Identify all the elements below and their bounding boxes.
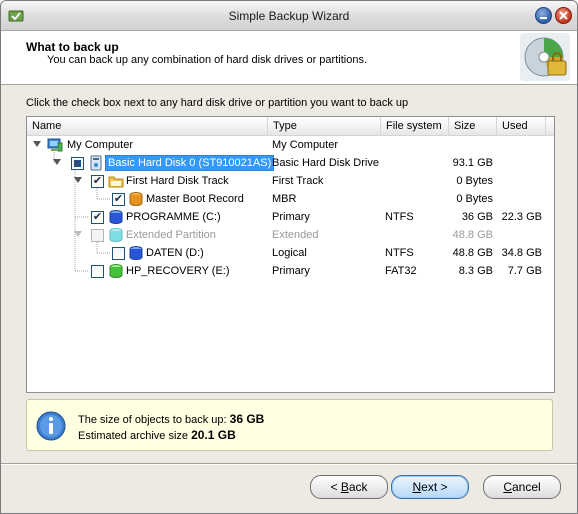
window-title: Simple Backup Wizard	[228, 9, 350, 23]
cancel-button-label: ancel	[511, 480, 541, 494]
row-name: PROGRAMME (C:)	[126, 211, 221, 223]
row-name: First Hard Disk Track	[126, 175, 229, 187]
row-used: 7.7 GB	[507, 265, 542, 277]
row-type: My Computer	[272, 139, 339, 151]
checkbox-daten-d[interactable]	[112, 247, 125, 260]
tree-row-hp-recovery-e[interactable]: HP_RECOVERY (E:) Primary FAT32 8.3 GB 7.…	[27, 262, 554, 280]
row-file-system: FAT32	[385, 265, 417, 277]
column-header-size[interactable]: Size	[449, 117, 497, 136]
close-icon	[559, 11, 568, 20]
back-button[interactable]: < Back	[310, 475, 388, 499]
back-button-hotkey: B	[340, 480, 349, 494]
column-header-file-system[interactable]: File system	[381, 117, 449, 136]
row-name: Basic Hard Disk 0 (ST910021AS)	[105, 154, 275, 172]
wizard-header: What to back up You can back up any comb…	[1, 31, 577, 85]
selected-row-label: Basic Hard Disk 0 (ST910021AS)	[105, 155, 275, 171]
minimize-icon	[540, 17, 547, 19]
column-header-used[interactable]: Used	[497, 117, 546, 136]
row-size: 0 Bytes	[456, 175, 493, 187]
checkbox-hp-recovery-e[interactable]	[91, 265, 104, 278]
row-name: My Computer	[67, 139, 134, 151]
row-type: Logical	[272, 247, 307, 259]
column-header-type[interactable]: Type	[268, 117, 381, 136]
tree-row-programme-c[interactable]: ✔ PROGRAMME (C:) Primary NTFS 36 GB 22.3…	[27, 208, 554, 226]
back-button-label: ack	[348, 480, 368, 494]
row-type: First Track	[272, 175, 324, 187]
minimize-button[interactable]	[535, 7, 552, 24]
archive-size-label: Estimated archive size	[78, 430, 189, 442]
title-bar[interactable]: Simple Backup Wizard	[1, 1, 577, 31]
row-type: Primary	[272, 265, 310, 277]
row-size: 48.8 GB	[452, 247, 493, 259]
instruction-text: Click the check box next to any hard dis…	[26, 97, 409, 109]
expand-arrow-icon[interactable]	[74, 231, 82, 237]
expand-arrow-icon[interactable]	[53, 159, 61, 165]
tree-row-basic-hard-disk[interactable]: Basic Hard Disk 0 (ST910021AS) Basic Har…	[27, 154, 554, 172]
tree-row-extended-partition[interactable]: Extended Partition Extended 48.8 GB	[27, 226, 554, 244]
wizard-window: Simple Backup Wizard What to back up You…	[0, 0, 578, 514]
row-size: 48.8 GB	[452, 229, 493, 241]
row-type: Primary	[272, 211, 310, 223]
checkbox-extended-partition	[91, 229, 104, 242]
info-icon	[36, 411, 66, 441]
backup-size-line: The size of objects to back up: 36 GB	[78, 412, 264, 426]
archive-size-line: Estimated archive size 20.1 GB	[78, 428, 236, 442]
tree-row-daten-d[interactable]: DATEN (D:) Logical NTFS 48.8 GB 34.8 GB	[27, 244, 554, 262]
checkbox-mbr[interactable]: ✔	[112, 193, 125, 206]
expand-arrow-icon[interactable]	[33, 141, 41, 147]
expand-arrow-icon[interactable]	[74, 177, 82, 183]
hard-disk-icon	[90, 155, 102, 171]
mbr-icon	[129, 192, 143, 206]
check-icon: ✔	[113, 193, 124, 205]
archive-size-value: 20.1 GB	[191, 428, 236, 442]
row-size: 0 Bytes	[456, 193, 493, 205]
partition-blue-icon	[129, 246, 143, 260]
row-file-system: NTFS	[385, 247, 414, 259]
size-info-box: The size of objects to back up: 36 GB Es…	[26, 399, 553, 451]
row-name: DATEN (D:)	[146, 247, 204, 259]
row-name: Master Boot Record	[146, 193, 244, 205]
checkbox-basic-hard-disk[interactable]	[71, 157, 84, 170]
cancel-button[interactable]: Cancel	[483, 475, 561, 499]
page-title: What to back up	[26, 40, 119, 54]
row-size: 8.3 GB	[458, 265, 493, 277]
computer-icon	[47, 138, 63, 152]
checkbox-first-track[interactable]: ✔	[91, 175, 104, 188]
row-type: Basic Hard Disk Drive	[272, 157, 379, 169]
row-name: Extended Partition	[126, 229, 216, 241]
row-used: 22.3 GB	[501, 211, 542, 223]
partition-green-icon	[109, 264, 123, 278]
partition-blue-icon	[109, 210, 123, 224]
back-button-arrow: <	[330, 480, 341, 494]
backup-size-label: The size of objects to back up:	[78, 414, 227, 426]
row-size: 93.1 GB	[452, 157, 493, 169]
row-type: MBR	[272, 193, 297, 205]
row-type: Extended	[272, 229, 319, 241]
row-name: HP_RECOVERY (E:)	[126, 265, 230, 277]
partial-check-indicator	[74, 160, 81, 167]
next-button-label: ext >	[421, 480, 448, 494]
close-button[interactable]	[555, 7, 572, 24]
page-subtitle: You can back up any combination of hard …	[47, 54, 367, 66]
row-size: 36 GB	[461, 211, 493, 223]
partition-extended-icon	[109, 228, 123, 242]
tree-row-mbr[interactable]: ✔ Master Boot Record MBR 0 Bytes	[27, 190, 554, 208]
next-button-hotkey: N	[412, 480, 422, 494]
row-file-system: NTFS	[385, 211, 414, 223]
checkbox-programme-c[interactable]: ✔	[91, 211, 104, 224]
folder-icon	[108, 176, 124, 188]
cancel-button-hotkey: C	[503, 480, 512, 494]
next-button[interactable]: Next >	[391, 475, 469, 499]
backup-disc-icon	[520, 33, 570, 81]
row-used: 34.8 GB	[501, 247, 542, 259]
check-icon: ✔	[92, 175, 103, 187]
tree-row-first-track[interactable]: ✔ First Hard Disk Track First Track 0 By…	[27, 172, 554, 190]
partition-tree[interactable]: Name Type File system Size Used My Compu…	[26, 116, 555, 393]
check-icon: ✔	[92, 211, 103, 223]
backup-size-value: 36 GB	[229, 412, 265, 426]
tree-row-my-computer[interactable]: My Computer My Computer	[27, 136, 554, 154]
footer-divider	[1, 463, 577, 465]
